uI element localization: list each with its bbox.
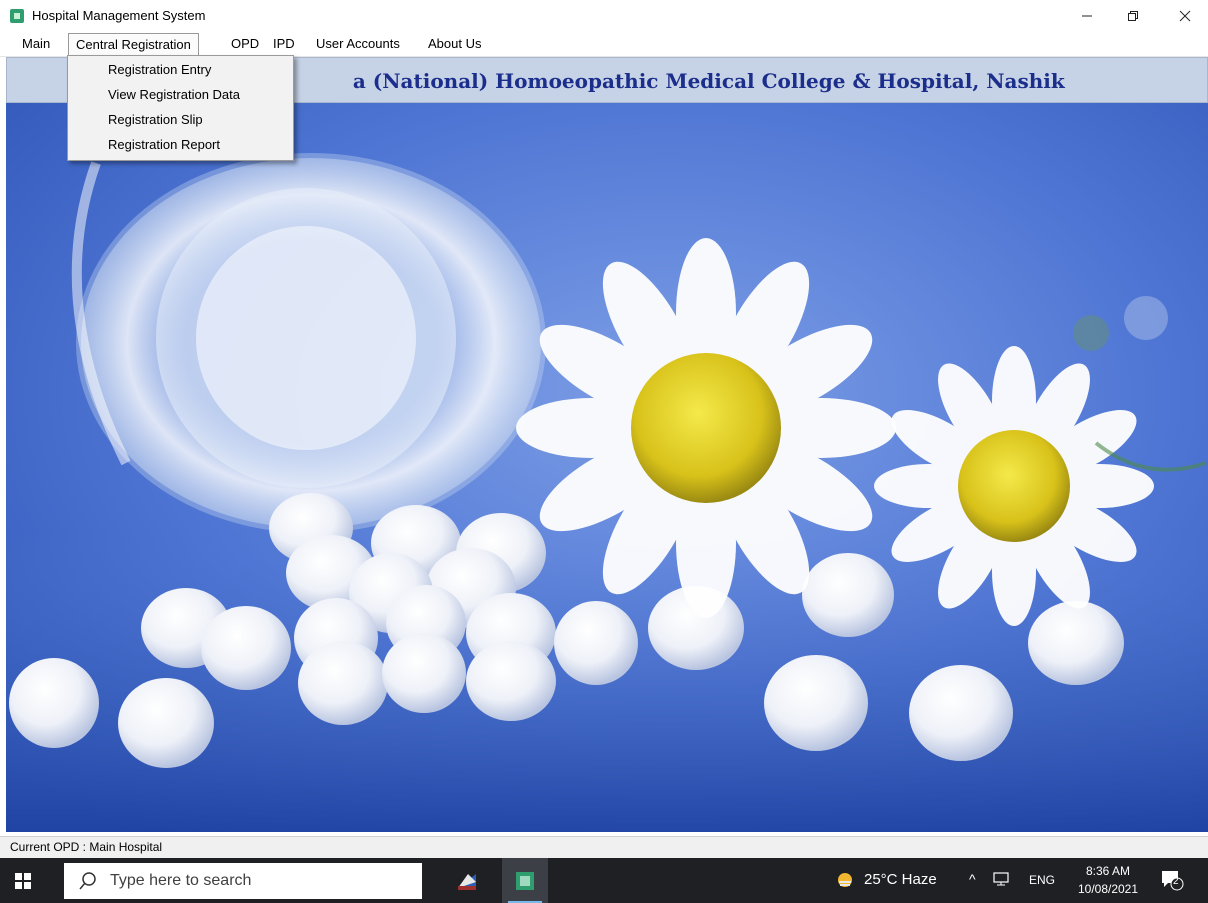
close-button[interactable] [1162, 0, 1208, 32]
notification-button[interactable]: 2 [1160, 868, 1184, 895]
menu-main[interactable]: Main [14, 34, 58, 54]
app-icon [10, 9, 24, 23]
taskbar-clock[interactable]: 8:36 AM 10/08/2021 [1070, 862, 1146, 898]
minimize-icon [1082, 15, 1092, 17]
minimize-button[interactable] [1064, 0, 1110, 32]
status-bar: Current OPD : Main Hospital [0, 836, 1208, 859]
language-indicator[interactable]: ENG [1029, 873, 1055, 887]
menu-bar: Main Central Registration OPD IPD User A… [0, 32, 1208, 57]
search-placeholder: Type here to search [110, 872, 252, 889]
weather-text[interactable]: 25°C Haze [864, 871, 937, 888]
close-icon [1179, 10, 1191, 22]
clock-time: 8:36 AM [1085, 864, 1131, 878]
status-opd-value: Main Hospital [89, 840, 163, 854]
menu-opd[interactable]: OPD [223, 34, 267, 54]
menu-registration-entry[interactable]: Registration Entry [108, 59, 211, 81]
network-icon[interactable] [993, 871, 1011, 887]
hero-image [6, 103, 1208, 832]
notification-icon [1162, 871, 1184, 891]
menu-about-us[interactable]: About Us [420, 34, 489, 54]
notification-count: 2 [1173, 876, 1179, 887]
menu-ipd[interactable]: IPD [265, 34, 303, 54]
taskbar-search-box[interactable]: Type here to search [64, 863, 422, 899]
taskbar: Type here to search 25°C Haze ^ ENG 8:36… [0, 858, 1208, 903]
start-button[interactable] [0, 858, 46, 903]
glass-jar [71, 153, 546, 533]
taskbar-app-hms[interactable] [502, 858, 548, 903]
title-bar: Hospital Management System [0, 0, 1208, 32]
weather-haze-icon [838, 873, 852, 887]
restore-icon [1128, 11, 1138, 21]
menu-registration-report[interactable]: Registration Report [108, 134, 220, 156]
restore-button[interactable] [1110, 0, 1156, 32]
search-icon [79, 872, 96, 890]
window-title: Hospital Management System [32, 8, 206, 23]
taskbar-app-snipping[interactable] [444, 864, 490, 898]
status-label: Current OPD : [10, 840, 87, 854]
snipping-tool-icon [458, 874, 476, 890]
clock-date: 10/08/2021 [1077, 882, 1139, 896]
menu-registration-slip[interactable]: Registration Slip [108, 109, 203, 131]
menu-user-accounts[interactable]: User Accounts [308, 34, 408, 54]
menu-view-registration-data[interactable]: View Registration Data [108, 84, 240, 106]
menu-central-registration[interactable]: Central Registration [68, 33, 199, 56]
hms-app-icon [516, 871, 534, 890]
tray-chevron-up-icon[interactable]: ^ [969, 871, 976, 887]
central-registration-dropdown: Registration Entry View Registration Dat… [67, 55, 294, 161]
windows-icon [15, 872, 31, 889]
